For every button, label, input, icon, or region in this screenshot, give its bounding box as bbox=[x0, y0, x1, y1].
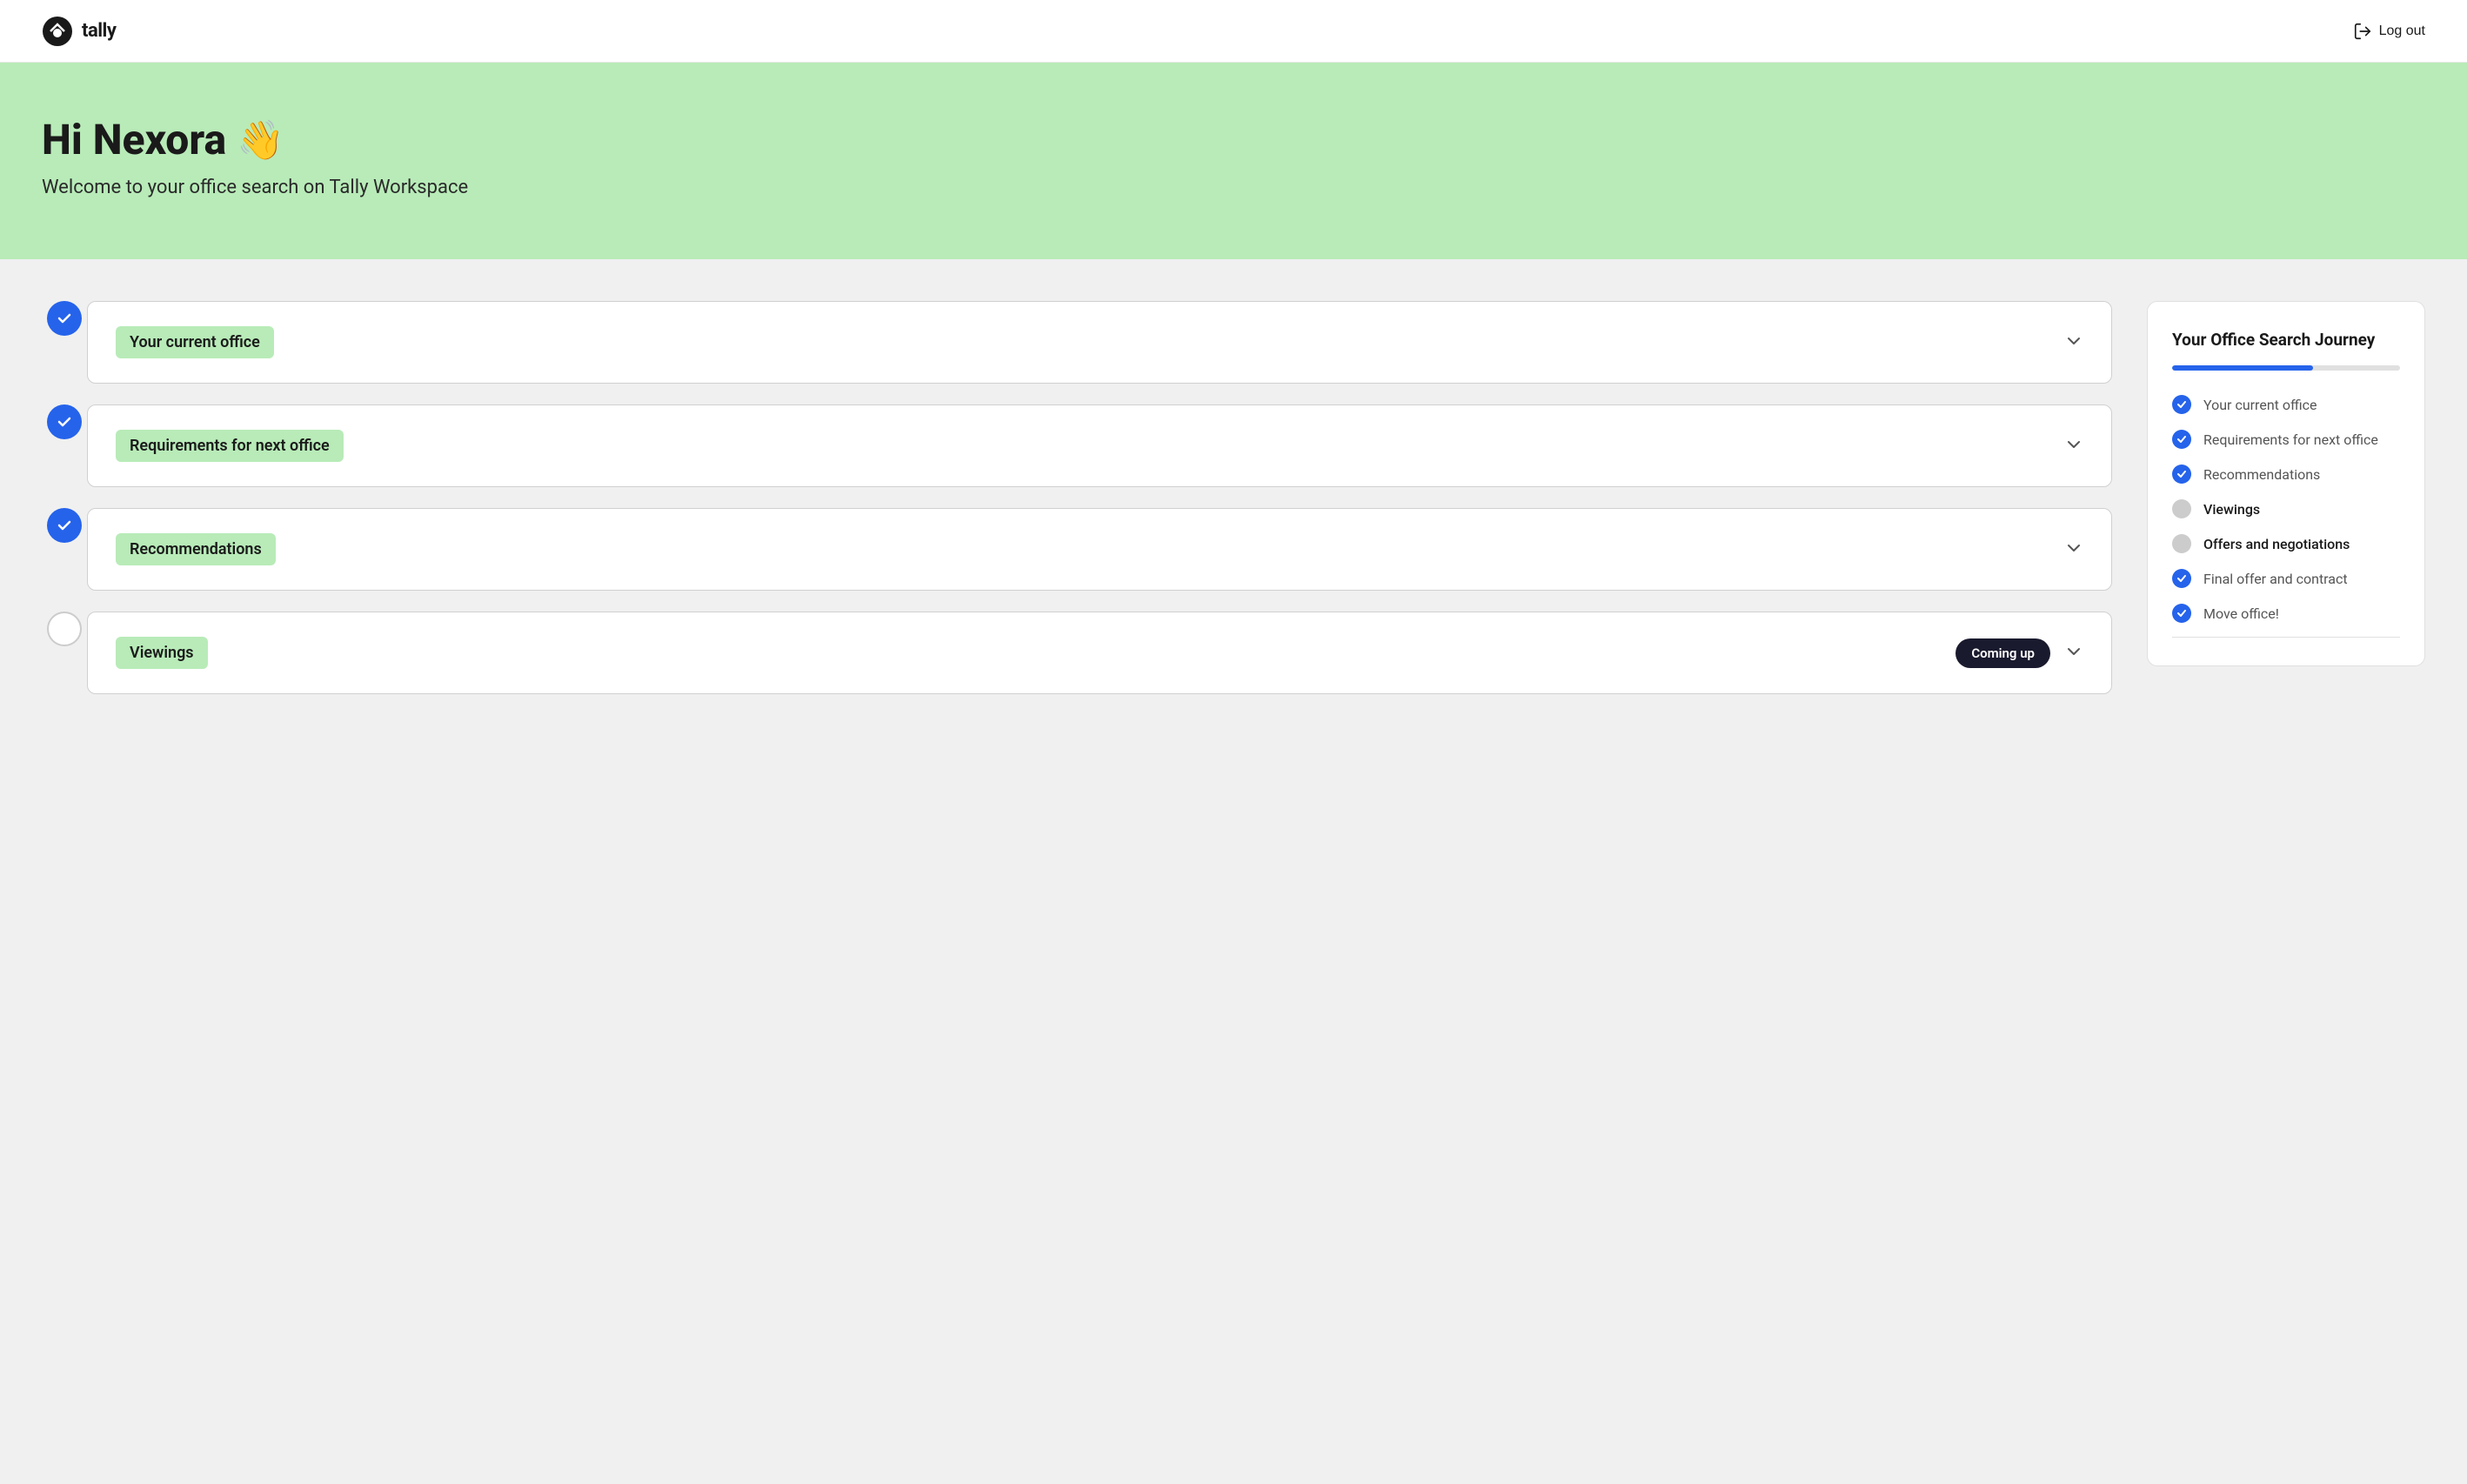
timeline-item-recommendations: Recommendations bbox=[42, 508, 2112, 612]
main-content: Your current office bbox=[0, 259, 2467, 757]
card-container-3: Recommendations bbox=[87, 508, 2112, 591]
journey-item-6: Move office! bbox=[2172, 604, 2400, 623]
chevron-icon-2 bbox=[2064, 435, 2083, 458]
journey-item-label-2: Recommendations bbox=[2203, 466, 2320, 483]
journey-dot-4 bbox=[2172, 534, 2191, 553]
hero-banner: Hi Nexora 👋 Welcome to your office searc… bbox=[0, 63, 2467, 259]
hero-subtitle: Welcome to your office search on Tally W… bbox=[42, 177, 2425, 198]
check-icon-3 bbox=[57, 518, 72, 533]
timeline-wrapper: Your current office bbox=[42, 301, 2112, 715]
card-label-viewings: Viewings bbox=[116, 637, 208, 669]
card-recommendations[interactable]: Recommendations bbox=[87, 508, 2112, 591]
card-requirements[interactable]: Requirements for next office bbox=[87, 404, 2112, 487]
journey-item-5: Final offer and contract bbox=[2172, 569, 2400, 588]
journey-dot-1 bbox=[2172, 430, 2191, 449]
journey-dot-2 bbox=[2172, 465, 2191, 484]
journey-items: Your current office Requirements for nex… bbox=[2172, 395, 2400, 623]
timeline-circle-3 bbox=[47, 508, 82, 543]
logout-label: Log out bbox=[2379, 23, 2425, 39]
journey-item-label-1: Requirements for next office bbox=[2203, 431, 2378, 448]
timeline-item-current-office: Your current office bbox=[42, 301, 2112, 404]
logo-area: tally bbox=[42, 16, 116, 47]
journey-dot-0 bbox=[2172, 395, 2191, 414]
timeline-circle-1 bbox=[47, 301, 82, 336]
journey-item-4: Offers and negotiations bbox=[2172, 534, 2400, 553]
card-container-4: Viewings Coming up bbox=[87, 612, 2112, 694]
coming-up-badge: Coming up bbox=[1956, 638, 2050, 668]
journey-item-1: Requirements for next office bbox=[2172, 430, 2400, 449]
timeline-circle-2 bbox=[47, 404, 82, 439]
card-current-office[interactable]: Your current office bbox=[87, 301, 2112, 384]
timeline-left-4 bbox=[42, 612, 87, 646]
timeline-item-requirements: Requirements for next office bbox=[42, 404, 2112, 508]
card-right-viewings: Coming up bbox=[1956, 638, 2083, 668]
journey-item-label-6: Move office! bbox=[2203, 605, 2279, 622]
card-label-requirements: Requirements for next office bbox=[116, 430, 344, 462]
timeline-left-3 bbox=[42, 508, 87, 543]
journey-title: Your Office Search Journey bbox=[2172, 330, 2400, 350]
check-icon-1 bbox=[57, 311, 72, 326]
timeline-left-2 bbox=[42, 404, 87, 439]
journey-item-2: Recommendations bbox=[2172, 465, 2400, 484]
progress-bar-fill bbox=[2172, 365, 2313, 371]
journey-item-label-4: Offers and negotiations bbox=[2203, 536, 2350, 552]
journey-divider bbox=[2172, 637, 2400, 638]
timeline-circle-4 bbox=[47, 612, 82, 646]
chevron-icon-1 bbox=[2064, 331, 2083, 354]
greeting-text: Hi Nexora bbox=[42, 115, 226, 164]
logout-icon bbox=[2353, 22, 2372, 41]
card-viewings[interactable]: Viewings Coming up bbox=[87, 612, 2112, 694]
timeline-section: Your current office bbox=[42, 301, 2112, 715]
card-label-recommendations: Recommendations bbox=[116, 533, 276, 565]
progress-bar-container bbox=[2172, 365, 2400, 371]
check-icon-2 bbox=[57, 414, 72, 430]
card-container-1: Your current office bbox=[87, 301, 2112, 384]
site-header: tally Log out bbox=[0, 0, 2467, 63]
logo-text: tally bbox=[82, 20, 116, 42]
tally-logo-icon bbox=[42, 16, 73, 47]
journey-panel: Your Office Search Journey Your current … bbox=[2147, 301, 2425, 666]
timeline-item-viewings: Viewings Coming up bbox=[42, 612, 2112, 715]
wave-emoji: 👋 bbox=[237, 117, 284, 163]
journey-item-3: Viewings bbox=[2172, 499, 2400, 518]
journey-item-label-3: Viewings bbox=[2203, 501, 2260, 518]
chevron-icon-4 bbox=[2064, 642, 2083, 665]
hero-greeting: Hi Nexora 👋 bbox=[42, 115, 2425, 164]
logout-button[interactable]: Log out bbox=[2353, 22, 2425, 41]
journey-item-label-5: Final offer and contract bbox=[2203, 571, 2348, 587]
journey-item-0: Your current office bbox=[2172, 395, 2400, 414]
journey-dot-6 bbox=[2172, 604, 2191, 623]
card-label-current-office: Your current office bbox=[116, 326, 274, 358]
journey-dot-3 bbox=[2172, 499, 2191, 518]
journey-item-label-0: Your current office bbox=[2203, 397, 2317, 413]
journey-dot-5 bbox=[2172, 569, 2191, 588]
timeline-left-1 bbox=[42, 301, 87, 336]
chevron-icon-3 bbox=[2064, 538, 2083, 561]
card-container-2: Requirements for next office bbox=[87, 404, 2112, 487]
